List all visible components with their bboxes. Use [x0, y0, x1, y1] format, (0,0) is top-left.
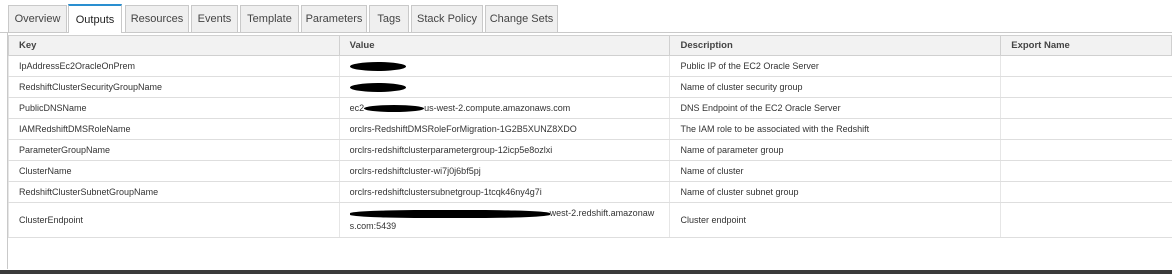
- output-key: PublicDNSName: [8, 97, 340, 119]
- column-header-key[interactable]: Key: [8, 35, 340, 56]
- value-prefix: ec2: [349, 103, 365, 113]
- output-description: Public IP of the EC2 Oracle Server: [669, 55, 1001, 77]
- output-key: IAMRedshiftDMSRoleName: [8, 118, 340, 140]
- output-key: IpAddressEc2OracleOnPrem: [8, 55, 340, 77]
- table-row: IAMRedshiftDMSRoleName orclrs-RedshiftDM…: [8, 118, 1172, 140]
- output-key: RedshiftClusterSubnetGroupName: [8, 181, 340, 203]
- stack-tab-bar: Overview Outputs Resources Events Templa…: [0, 0, 1172, 34]
- output-key: ClusterEndpoint: [8, 202, 340, 238]
- tab-outputs[interactable]: Outputs: [68, 4, 122, 33]
- table-row: RedshiftClusterSecurityGroupName Name of…: [8, 76, 1172, 98]
- output-description: Name of cluster: [669, 160, 1001, 182]
- value-suffix: west-2.redshift.amazonaw: [549, 208, 655, 218]
- output-export-name: [1000, 139, 1172, 161]
- output-value: ec2 us-west-2.compute.amazonaws.com: [338, 97, 670, 119]
- output-description: Name of parameter group: [669, 139, 1001, 161]
- tab-overview[interactable]: Overview: [8, 5, 67, 32]
- output-value: [338, 76, 670, 98]
- output-description: Name of cluster subnet group: [669, 181, 1001, 203]
- table-header-row: Key Value Description Export Name: [8, 35, 1172, 56]
- output-value: [338, 55, 670, 77]
- output-key: ParameterGroupName: [8, 139, 340, 161]
- output-export-name: [1000, 181, 1172, 203]
- tab-template[interactable]: Template: [240, 5, 299, 32]
- output-value: orclrs-redshiftclustersubnetgroup-1tcqk4…: [338, 181, 670, 203]
- output-export-name: [1000, 118, 1172, 140]
- tab-events[interactable]: Events: [191, 5, 238, 32]
- output-value: west-2.redshift.amazonaw s.com:5439: [338, 202, 670, 238]
- output-export-name: [1000, 76, 1172, 98]
- table-row: ClusterEndpoint west-2.redshift.amazonaw…: [8, 202, 1172, 238]
- output-description: Cluster endpoint: [669, 202, 1001, 238]
- output-export-name: [1000, 160, 1172, 182]
- output-export-name: [1000, 202, 1172, 238]
- value-line2: s.com:5439: [349, 221, 397, 231]
- tab-stack-policy[interactable]: Stack Policy: [411, 5, 483, 32]
- table-row: ParameterGroupName orclrs-redshiftcluste…: [8, 139, 1172, 161]
- output-key: ClusterName: [8, 160, 340, 182]
- output-key: RedshiftClusterSecurityGroupName: [8, 76, 340, 98]
- tab-change-sets[interactable]: Change Sets: [485, 5, 558, 32]
- output-value: orclrs-RedshiftDMSRoleForMigration-1G2B5…: [338, 118, 670, 140]
- tab-parameters[interactable]: Parameters: [301, 5, 367, 32]
- output-description: The IAM role to be associated with the R…: [669, 118, 1001, 140]
- table-row: RedshiftClusterSubnetGroupName orclrs-re…: [8, 181, 1172, 203]
- table-row: ClusterName orclrs-redshiftcluster-wi7j0…: [8, 160, 1172, 182]
- output-export-name: [1000, 97, 1172, 119]
- tab-resources[interactable]: Resources: [125, 5, 189, 32]
- output-description: Name of cluster security group: [669, 76, 1001, 98]
- redaction-mark: [349, 209, 550, 218]
- output-export-name: [1000, 55, 1172, 77]
- redaction-mark: [349, 83, 406, 93]
- tab-tags[interactable]: Tags: [369, 5, 409, 32]
- output-value: orclrs-redshiftcluster-wi7j0j6bf5pj: [338, 160, 670, 182]
- output-value: orclrs-redshiftclusterparametergroup-12i…: [338, 139, 670, 161]
- table-row: IpAddressEc2OracleOnPrem Public IP of th…: [8, 55, 1172, 77]
- column-header-description[interactable]: Description: [669, 35, 1002, 56]
- redaction-mark: [364, 105, 425, 113]
- value-suffix: us-west-2.compute.amazonaws.com: [424, 103, 571, 113]
- column-header-export-name[interactable]: Export Name: [1000, 35, 1172, 56]
- bottom-edge-bar: [0, 270, 1172, 274]
- outputs-table: Key Value Description Export Name IpAddr…: [8, 35, 1172, 238]
- redaction-mark: [349, 62, 406, 72]
- output-description: DNS Endpoint of the EC2 Oracle Server: [669, 97, 1001, 119]
- column-header-value[interactable]: Value: [338, 35, 671, 56]
- table-row: PublicDNSName ec2 us-west-2.compute.amazo…: [8, 97, 1172, 119]
